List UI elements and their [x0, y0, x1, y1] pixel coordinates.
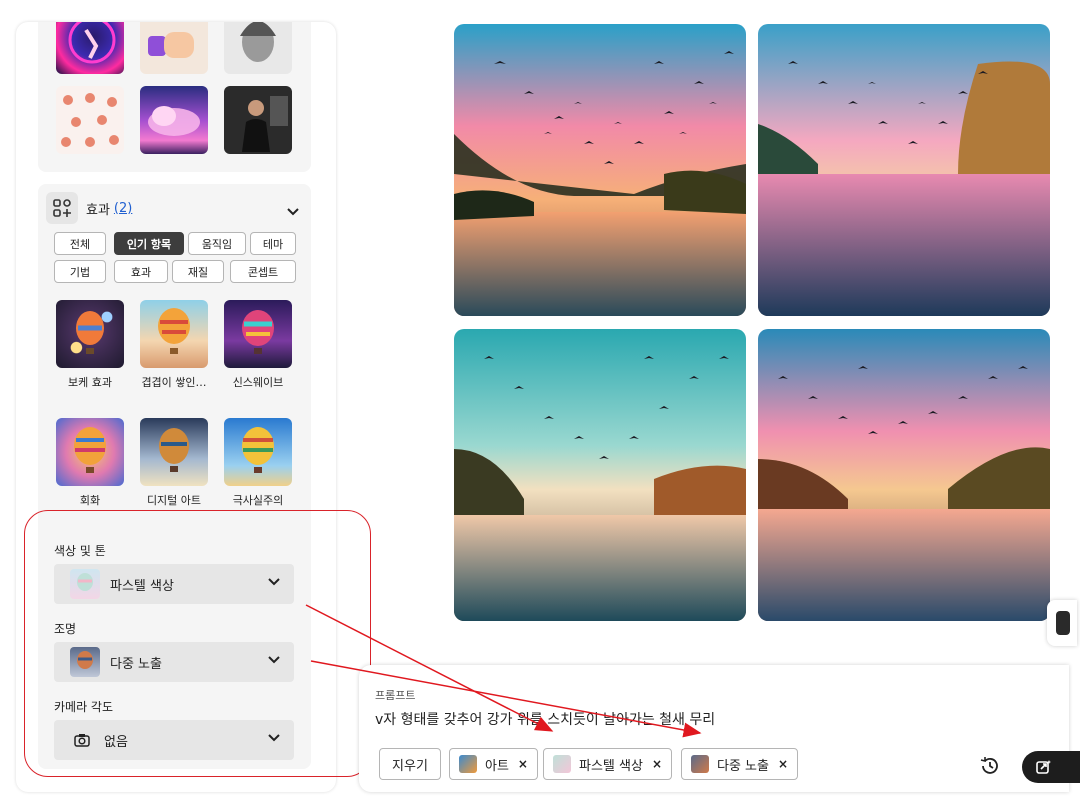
birds-over-river-image: [454, 329, 746, 621]
side-panel-handle[interactable]: [1047, 600, 1077, 646]
reference-thumb-businessman[interactable]: [224, 86, 292, 154]
effects-header[interactable]: 효과 (2): [46, 192, 132, 224]
chevron-down-icon[interactable]: [287, 201, 299, 220]
generated-image-3[interactable]: [454, 329, 746, 621]
chip-technique[interactable]: 기법: [54, 260, 106, 283]
chevron-down-icon: [268, 734, 280, 742]
art-thumb-icon: [459, 755, 477, 773]
tag-label: 아트: [485, 758, 509, 774]
generate-button[interactable]: [1022, 751, 1080, 783]
birds-over-river-image: [758, 329, 1050, 621]
tag-label: 파스텔 색상: [579, 758, 643, 774]
multi-exposure-balloon-icon: [70, 647, 100, 677]
pattern-icon: [61, 93, 119, 147]
chip-theme[interactable]: 테마: [250, 232, 296, 255]
birds-over-river-image: [454, 24, 746, 316]
remove-tag-icon[interactable]: ×: [518, 757, 528, 771]
effects-icon: [46, 192, 78, 224]
prompt-input[interactable]: v자 형태를 갖추어 강가 위를 스치듯이 날아가는 철새 무리: [375, 709, 715, 729]
color-tone-value: 파스텔 색상: [110, 578, 174, 594]
style-label-layered: 겹겹이 쌓인…: [141, 376, 207, 389]
chip-all[interactable]: 전체: [54, 232, 106, 255]
hot-air-balloon-icon: [242, 427, 274, 473]
style-thumb-synthwave[interactable]: [224, 300, 292, 368]
reference-thumb-thumbs-up[interactable]: [140, 22, 208, 74]
hot-air-balloon-icon: [158, 308, 190, 354]
tag-art[interactable]: 아트 ×: [449, 748, 538, 780]
generated-image-4[interactable]: [758, 329, 1050, 621]
chip-effect[interactable]: 효과: [114, 260, 168, 283]
effects-count-link[interactable]: (2): [114, 201, 132, 216]
color-tone-select[interactable]: 파스텔 색상: [54, 564, 294, 604]
camera-angle-value: 없음: [104, 734, 128, 750]
tag-pastel[interactable]: 파스텔 색상 ×: [543, 748, 672, 780]
settings-panel: 효과 (2) 전체 인기 항목 움직임 테마 기법 효과 재질 콘셉트 보케 효…: [16, 22, 336, 792]
reference-thumb-engraving-portrait[interactable]: [224, 22, 292, 74]
lighting-label: 조명: [54, 622, 77, 636]
camera-angle-select[interactable]: 없음: [54, 720, 294, 760]
style-label-hyperrealism: 극사실주의: [232, 494, 284, 507]
history-icon[interactable]: [979, 755, 1001, 777]
chip-material[interactable]: 재질: [172, 260, 224, 283]
style-label-synthwave: 신스웨이브: [232, 376, 284, 389]
camera-angle-label: 카메라 각도: [54, 700, 114, 714]
person-icon: [242, 96, 288, 152]
neon-dancer-icon: [68, 22, 116, 64]
hot-air-balloon-icon: [76, 311, 104, 354]
generated-image-1[interactable]: [454, 24, 746, 316]
chevron-down-icon: [268, 656, 280, 664]
style-label-bokeh: 보케 효과: [68, 376, 112, 389]
prompt-label: 프롬프트: [375, 689, 416, 702]
tag-label: 다중 노출: [717, 758, 769, 774]
lighting-value: 다중 노출: [110, 656, 162, 672]
style-label-painting: 회화: [79, 494, 101, 507]
generated-image-2[interactable]: [758, 24, 1050, 316]
remove-tag-icon[interactable]: ×: [652, 757, 662, 771]
hot-air-balloon-icon: [74, 427, 106, 473]
birds-over-river-image: [758, 24, 1050, 316]
generate-icon: [1036, 760, 1051, 774]
style-thumb-digital-art[interactable]: [140, 418, 208, 486]
effects-title: 효과: [86, 202, 110, 218]
pastel-balloon-icon: [70, 569, 100, 599]
chip-concept[interactable]: 콘셉트: [230, 260, 296, 283]
hot-air-balloon-icon: [159, 428, 189, 472]
remove-tag-icon[interactable]: ×: [778, 757, 788, 771]
lighting-select[interactable]: 다중 노출: [54, 642, 294, 682]
cloud-icon: [148, 106, 200, 136]
reference-thumb-hand-pattern[interactable]: [56, 86, 124, 154]
style-thumb-hyperrealism[interactable]: [224, 418, 292, 486]
hot-air-balloon-icon: [242, 310, 274, 354]
chip-motion[interactable]: 움직임: [188, 232, 246, 255]
color-tone-label: 색상 및 톤: [54, 544, 106, 558]
prompt-panel: 프롬프트 v자 형태를 갖추어 강가 위를 스치듯이 날아가는 철새 무리 지우…: [359, 665, 1080, 792]
multi-exposure-thumb-icon: [691, 755, 709, 773]
style-thumb-layered[interactable]: [140, 300, 208, 368]
portrait-sketch-icon: [240, 22, 276, 62]
style-label-digital-art: 디지털 아트: [146, 494, 202, 507]
reference-thumb-neon-dancer[interactable]: [56, 22, 124, 74]
chip-popular[interactable]: 인기 항목: [114, 232, 184, 255]
style-thumb-bokeh[interactable]: [56, 300, 124, 368]
pastel-thumb-icon: [553, 755, 571, 773]
content-type-gallery: [38, 22, 311, 172]
style-thumb-painting[interactable]: [56, 418, 124, 486]
clear-button[interactable]: 지우기: [379, 748, 441, 780]
tag-multi-exposure[interactable]: 다중 노출 ×: [681, 748, 799, 780]
thumbs-up-icon: [148, 32, 194, 58]
reference-thumb-pink-clouds[interactable]: [140, 86, 208, 154]
chevron-down-icon: [268, 578, 280, 586]
camera-icon: [74, 733, 90, 747]
clear-label: 지우기: [392, 758, 428, 774]
